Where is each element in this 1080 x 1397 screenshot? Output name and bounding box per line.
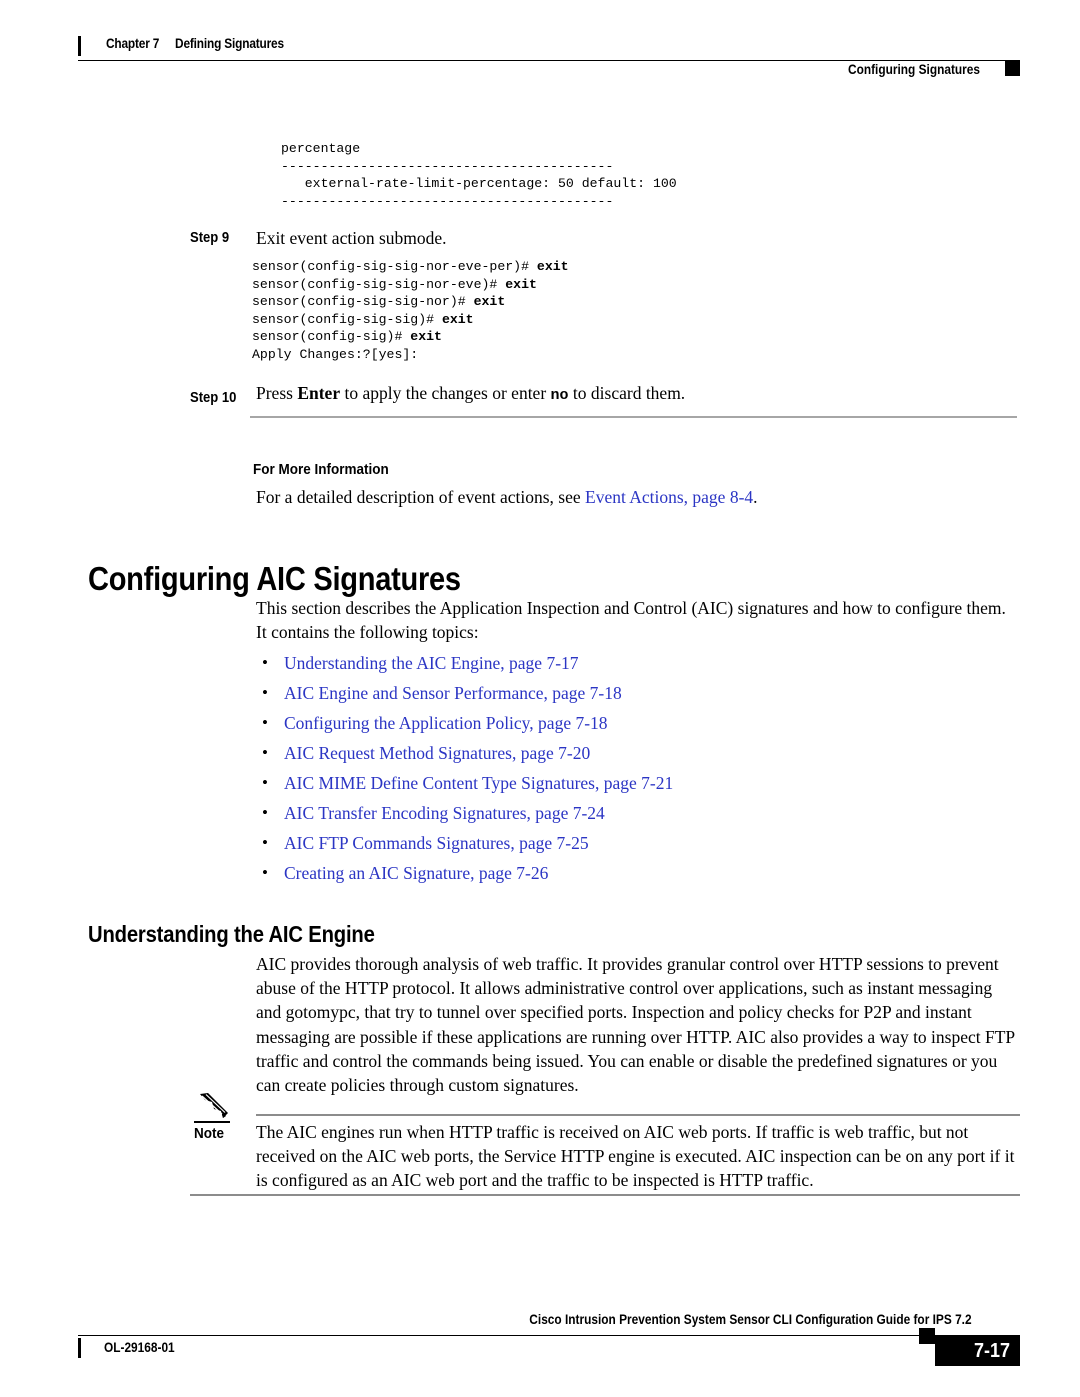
step-10-key: Enter: [297, 383, 341, 403]
link-event-actions[interactable]: Event Actions, page 8-4: [585, 487, 753, 507]
page-header: Chapter 7 Defining Signatures Configuring…: [78, 32, 1020, 78]
subsection-paragraph: AIC provides thorough analysis of web tr…: [256, 954, 1015, 1096]
cli-prompt-1: sensor(config-sig-sig-nor-eve-per)#: [252, 259, 537, 274]
fmi-suffix: .: [753, 487, 758, 507]
page-footer: Cisco Intrusion Prevention System Sensor…: [78, 1312, 1020, 1372]
note-top-rule: [256, 1114, 1020, 1116]
footer-square-marker: [919, 1328, 935, 1344]
list-item[interactable]: AIC MIME Define Content Type Signatures,…: [256, 768, 1016, 798]
page-number: 7-17: [973, 1340, 1010, 1362]
cli-cmd-4: exit: [441, 311, 474, 327]
code-block-exit-sequence: sensor(config-sig-sig-nor-eve-per)# exit…: [252, 258, 569, 364]
step-9-label: Step 9: [190, 230, 230, 246]
footer-guide-title: Cisco Intrusion Prevention System Sensor…: [529, 1312, 972, 1327]
header-square-marker: [1005, 61, 1020, 76]
cli-cmd-2: exit: [505, 276, 537, 292]
list-item[interactable]: Understanding the AIC Engine, page 7-17: [256, 648, 1016, 678]
cli-prompt-2: sensor(config-sig-sig-nor-eve)#: [252, 276, 506, 292]
footer-left-tick: [78, 1338, 81, 1358]
section-divider-rule: [250, 416, 1017, 418]
footer-document-id: OL-29168-01: [104, 1340, 175, 1355]
page-title: Configuring AIC Signatures: [88, 560, 461, 597]
note-label: Note: [194, 1125, 225, 1142]
cli-prompt-5: sensor(config-sig)#: [252, 329, 411, 345]
step-10-text-part2: to apply the changes or enter: [340, 383, 551, 403]
cli-cmd-1: exit: [536, 259, 569, 274]
step-10-no-literal: no: [550, 387, 569, 404]
header-left-tick: [78, 36, 81, 56]
for-more-information-text: For a detailed description of event acti…: [256, 485, 1016, 509]
step-10-text-part3: to discard them.: [568, 383, 686, 403]
fmi-prefix: For a detailed description of event acti…: [256, 487, 585, 507]
list-item[interactable]: AIC FTP Commands Signatures, page 7-25: [256, 828, 1016, 858]
step-10-text: Press Enter to apply the changes or ente…: [256, 383, 685, 404]
section-intro-paragraph: This section describes the Application I…: [256, 598, 1006, 643]
footer-page-box: 7-17: [935, 1336, 1020, 1366]
cli-apply-changes: Apply Changes:?[yes]:: [252, 346, 419, 362]
note-bottom-rule: [190, 1194, 1020, 1196]
step-10-text-part1: Press: [256, 383, 298, 403]
list-item[interactable]: AIC Transfer Encoding Signatures, page 7…: [256, 798, 1016, 828]
list-item[interactable]: Configuring the Application Policy, page…: [256, 708, 1016, 738]
code-block-percentage: percentage -----------------------------…: [281, 141, 677, 209]
header-chapter-title: Defining Signatures: [175, 36, 284, 51]
header-section-title: Configuring Signatures: [848, 62, 980, 77]
list-item[interactable]: AIC Request Method Signatures, page 7-20: [256, 738, 1016, 768]
subsection-title: Understanding the AIC Engine: [88, 921, 375, 947]
cli-prompt-3: sensor(config-sig-sig-nor)#: [252, 294, 474, 310]
list-item[interactable]: Creating an AIC Signature, page 7-26: [256, 858, 1016, 888]
header-chapter-line: Chapter 7 Defining Signatures: [106, 36, 284, 51]
footer-divider: [78, 1335, 1020, 1336]
cli-prompt-4: sensor(config-sig-sig)#: [252, 311, 442, 327]
header-divider: [78, 60, 1020, 61]
topics-list: Understanding the AIC Engine, page 7-17 …: [256, 648, 1016, 888]
note-text: The AIC engines run when HTTP traffic is…: [256, 1122, 1015, 1191]
list-item[interactable]: AIC Engine and Sensor Performance, page …: [256, 678, 1016, 708]
cli-cmd-3: exit: [473, 294, 506, 310]
cli-cmd-5: exit: [410, 329, 442, 345]
pencil-icon: [200, 1093, 228, 1118]
note-icon-underline: [194, 1121, 230, 1123]
step-9-text: Exit event action submode.: [256, 228, 447, 248]
step-10-label: Step 10: [190, 390, 237, 406]
for-more-information-label: For More Information: [253, 461, 389, 478]
document-page: Chapter 7 Defining Signatures Configuring…: [0, 0, 1080, 1397]
header-chapter-number: Chapter 7: [106, 36, 160, 51]
